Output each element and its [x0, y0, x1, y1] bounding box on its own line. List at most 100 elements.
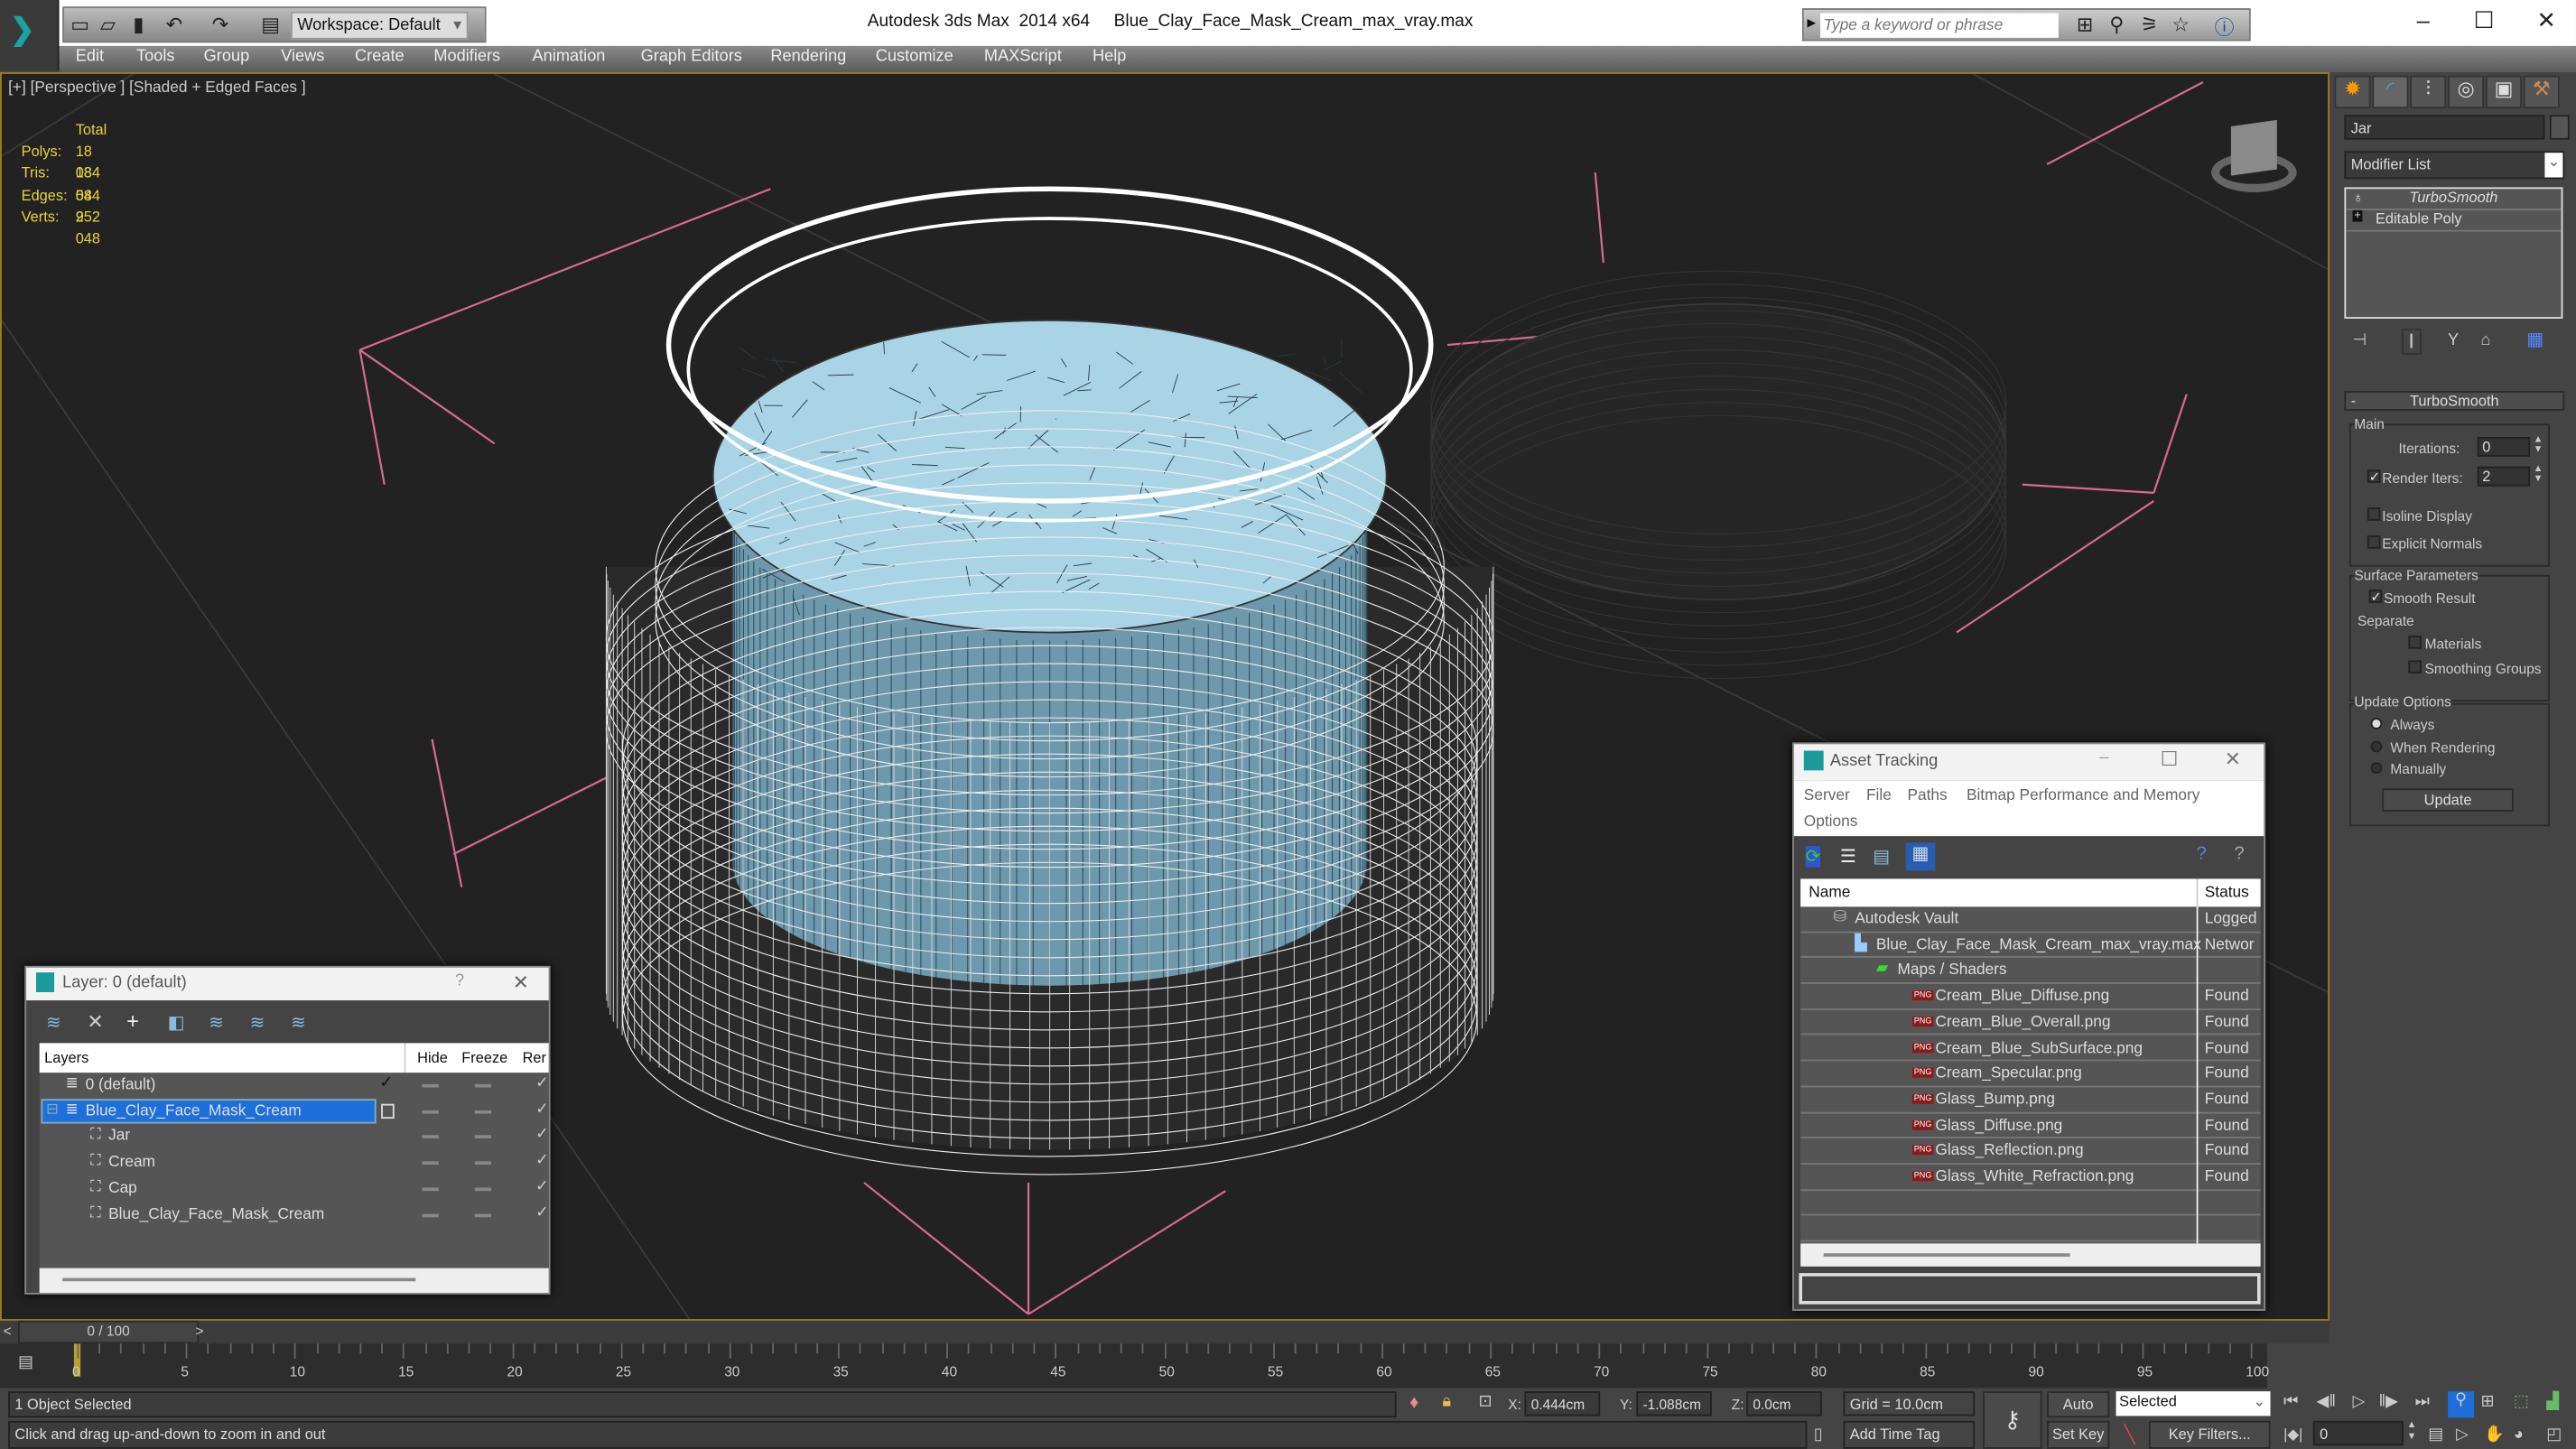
asset-row[interactable]: PNG Cream_Specular.png Found [1800, 1062, 2260, 1088]
next-key-icon[interactable]: ‖▶ [2379, 1393, 2399, 1411]
object-name-field[interactable]: Jar [2344, 115, 2544, 139]
layer-dialog-title-bar[interactable]: Layer: 0 (default) ? ✕ [26, 968, 549, 1000]
menu-rendering[interactable]: Rendering [770, 48, 846, 66]
track-bar[interactable]: ▤ 0 5 10 15 20 25 30 35 40 45 50 55 60 65 70 75 80 85 90 95… [0, 1343, 2267, 1388]
menu-tools[interactable]: Tools [136, 48, 175, 66]
isolate-icon[interactable]: ♦ [1409, 1393, 1418, 1413]
help-icon[interactable]: ⓘ [2215, 14, 2235, 42]
close-icon[interactable]: ✕ [2530, 6, 2562, 34]
asset-row[interactable]: PNG Glass_Bump.png Found [1800, 1087, 2260, 1113]
horizontal-scrollbar[interactable] [40, 1268, 549, 1293]
go-to-start-icon[interactable]: ⏮ [2283, 1393, 2298, 1411]
asset-row[interactable]: ▰ Maps / Shaders [1800, 958, 2260, 984]
key-mode-dropdown[interactable]: Selected ⌄ [2116, 1391, 2271, 1416]
current-frame-field[interactable]: 0 [2313, 1421, 2404, 1445]
hide-toggle[interactable] [423, 1213, 439, 1217]
mini-curve-editor-icon[interactable]: ▤ [18, 1353, 33, 1371]
new-file-icon[interactable]: ▭ [70, 14, 89, 36]
set-key-button[interactable]: Set Key [2047, 1421, 2109, 1449]
key-filters-button[interactable]: Key Filters... [2149, 1421, 2271, 1449]
layer-row[interactable]: ⛶ Jar ✓ [40, 1124, 549, 1150]
star-icon[interactable]: ☆ [2171, 14, 2190, 36]
render-toggle-icon[interactable]: ✓ [535, 1100, 548, 1118]
app-logo-menu[interactable]: ❯ [0, 0, 60, 70]
orbit-icon[interactable]: ◕ [2514, 1426, 2524, 1444]
render-iters-spinner-arrows[interactable]: ▲ ▼ [2534, 465, 2543, 485]
prev-frame-icon[interactable]: < [4, 1323, 12, 1339]
always-radio[interactable] [2371, 718, 2383, 729]
show-end-result-icon[interactable]: Ⅰ [2402, 329, 2421, 355]
time-slider-thumb[interactable]: 0 / 100 [18, 1321, 199, 1343]
asset-row[interactable]: PNG Glass_Reflection.png Found [1800, 1138, 2260, 1165]
add-time-tag-button[interactable]: Add Time Tag [1843, 1421, 1975, 1449]
materials-checkbox[interactable] [2408, 636, 2422, 649]
lock-selection-icon[interactable]: 🔒︎ [1443, 1393, 1452, 1411]
save-icon[interactable]: ▮ [133, 14, 144, 36]
time-tag-icon[interactable]: ▯ [1814, 1426, 1823, 1444]
menu-paths[interactable]: Paths [1907, 787, 1947, 805]
asset-row[interactable]: PNG Cream_Blue_Overall.png Found [1800, 1010, 2260, 1036]
remove-modifier-icon[interactable]: ⌂ [2480, 332, 2490, 350]
pin-stack-icon[interactable]: ⊣ [2353, 332, 2367, 350]
column-status[interactable]: Status [2205, 884, 2249, 902]
isoline-display-checkbox[interactable] [2367, 507, 2381, 521]
hierarchy-tab-icon[interactable]: ⫶ [2410, 76, 2446, 108]
auto-key-button[interactable]: Auto Key [2047, 1391, 2109, 1417]
search-input[interactable] [1820, 14, 2059, 38]
render-toggle-icon[interactable]: ✓ [535, 1177, 548, 1195]
render-iters-checkbox[interactable]: ✓ [2367, 469, 2381, 483]
zoom-icon[interactable]: ⚲ [2448, 1391, 2474, 1417]
project-folder-icon[interactable]: ▤ [261, 14, 280, 36]
asset-row[interactable]: ▙ Blue_Clay_Face_Mask_Cream_max_vray.max N… [1800, 933, 2260, 959]
next-frame-icon[interactable]: > [196, 1323, 204, 1339]
go-to-end-icon[interactable]: ⏭ [2415, 1393, 2430, 1411]
column-freeze[interactable]: Freeze [461, 1050, 507, 1066]
delete-layer-icon[interactable]: ✕ [87, 1010, 103, 1033]
y-coordinate-field[interactable]: -1.088cm [1636, 1391, 1712, 1416]
render-toggle-icon[interactable]: ✓ [535, 1203, 548, 1221]
render-toggle-icon[interactable]: ✓ [535, 1074, 548, 1092]
expand-icon[interactable]: + [2353, 210, 2363, 222]
menu-graph-editors[interactable]: Graph Editors [641, 48, 742, 66]
z-coordinate-field[interactable]: 0.0cm [1746, 1391, 1822, 1416]
layer-row[interactable]: ⛶ Blue_Clay_Face_Mask_Cream ✓ [40, 1202, 549, 1228]
undo-icon[interactable]: ↶ [166, 14, 182, 36]
collapse-icon[interactable]: ⊟ [46, 1100, 59, 1118]
iterations-spinner[interactable]: 0 [2478, 437, 2530, 457]
refresh-icon[interactable]: ⟳ [1806, 846, 1821, 868]
column-hide[interactable]: Hide [417, 1050, 448, 1066]
explicit-normals-checkbox[interactable] [2367, 535, 2381, 549]
object-color-swatch[interactable] [2550, 115, 2570, 139]
binoculars-icon[interactable]: ⊞ [2077, 14, 2093, 36]
layer-row[interactable]: ⛶ Cream ✓ [40, 1150, 549, 1176]
freeze-toggle[interactable] [475, 1110, 491, 1113]
layer-properties-icon[interactable]: ≋ [291, 1012, 306, 1034]
maximize-icon[interactable]: ☐ [2161, 748, 2179, 770]
asset-row[interactable]: PNG Glass_White_Refraction.png Found [1800, 1165, 2260, 1191]
layer-row[interactable]: ≣ 0 (default) ✓ ✓ [40, 1073, 549, 1099]
add-to-layer-icon[interactable]: + [126, 1008, 139, 1033]
render-toggle-icon[interactable]: ✓ [535, 1126, 548, 1144]
time-slider[interactable]: < 0 / 100 > [0, 1321, 2330, 1343]
x-coordinate-field[interactable]: 0.444cm [1524, 1391, 1600, 1416]
tree-view-icon[interactable]: ▤ [1873, 846, 1890, 868]
modifier-list-dropdown[interactable]: Modifier List ⌄ [2344, 151, 2564, 179]
field-of-view-icon[interactable]: ▷ [2456, 1426, 2469, 1444]
asset-row[interactable]: PNG Glass_Diffuse.png Found [1800, 1113, 2260, 1139]
maximize-viewport-icon[interactable]: ◰ [2546, 1426, 2562, 1444]
menu-bitmap-performance[interactable]: Bitmap Performance and Memory [1967, 787, 2199, 805]
help-icon[interactable]: ? [2235, 844, 2245, 864]
set-current-layer-icon[interactable]: ≋ [250, 1012, 265, 1034]
layer-row[interactable]: ⛶ Cap ✓ [40, 1175, 549, 1202]
freeze-toggle[interactable] [475, 1084, 491, 1088]
key-tangent-icon[interactable]: ╲ [2125, 1425, 2135, 1446]
stack-item-turbosmooth[interactable]: ♁ TurboSmooth [2346, 189, 2561, 210]
list-view-icon[interactable]: ☰ [1840, 846, 1856, 868]
absolute-mode-icon[interactable]: ⊡ [1479, 1393, 1493, 1411]
menu-create[interactable]: Create [355, 48, 405, 66]
hide-toggle[interactable] [423, 1084, 439, 1088]
configure-sets-icon[interactable]: ▦ [2526, 329, 2543, 350]
redo-icon[interactable]: ↷ [212, 14, 228, 36]
time-config-icon[interactable]: ▤ [2428, 1426, 2443, 1444]
hide-toggle[interactable] [423, 1187, 439, 1191]
